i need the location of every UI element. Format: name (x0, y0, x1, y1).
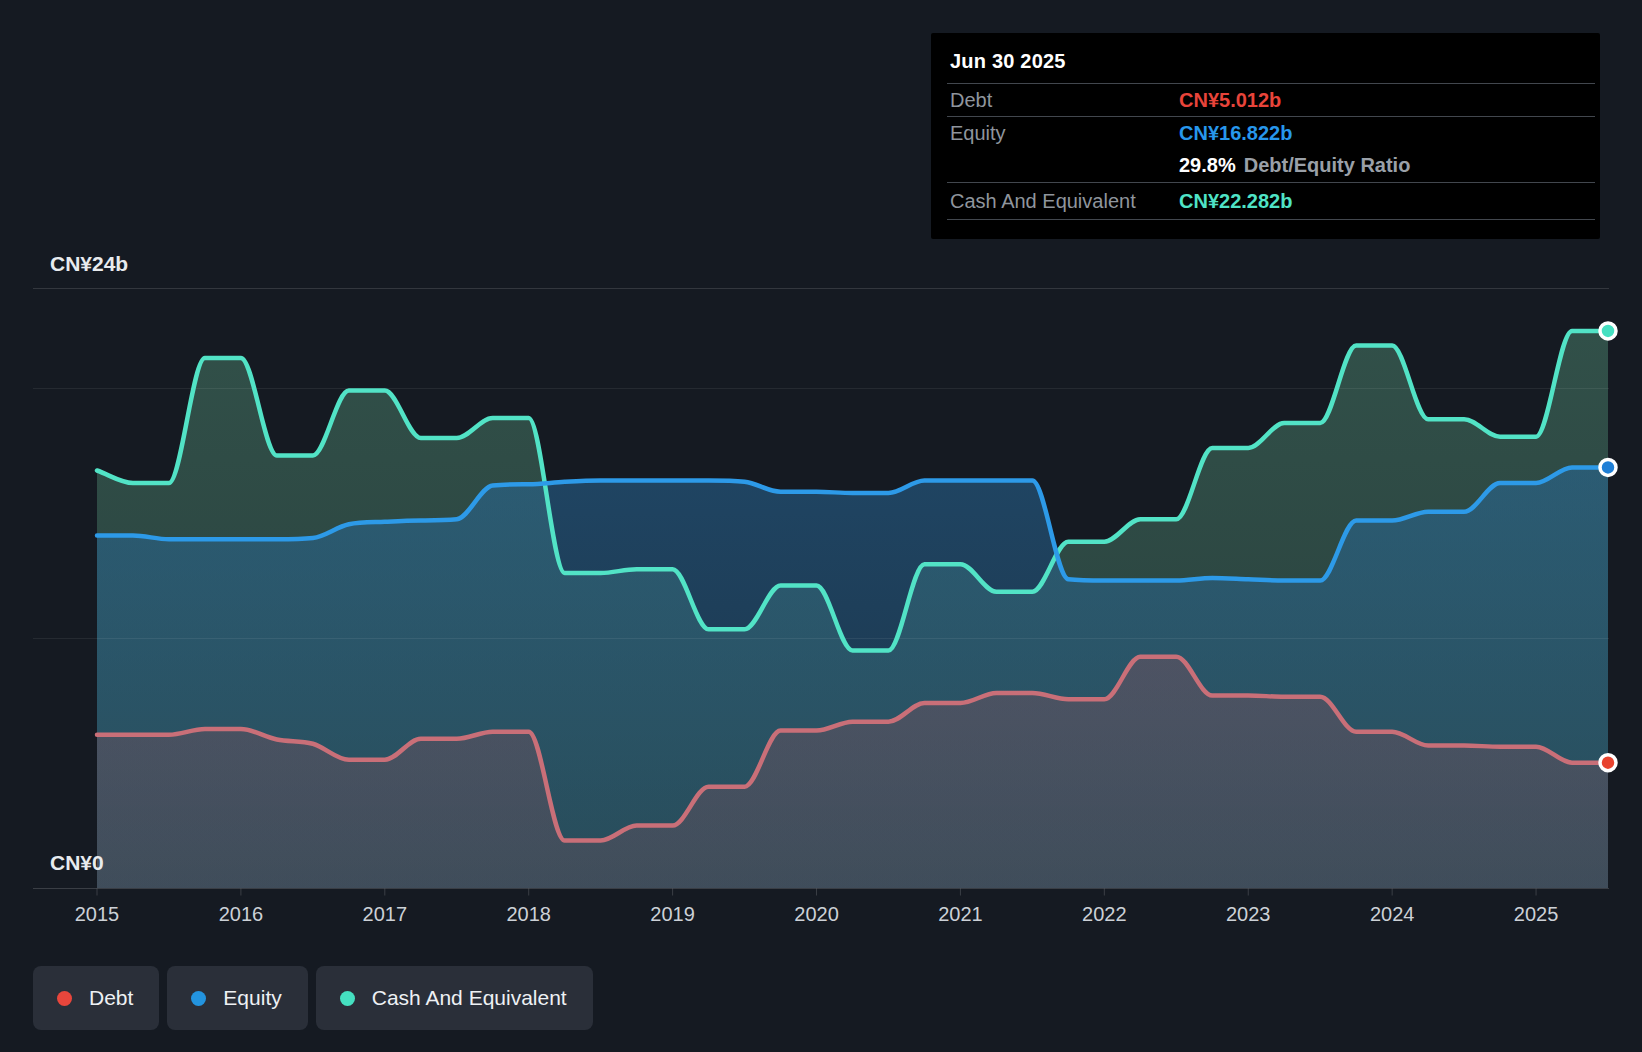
tooltip-bottom-divider (947, 219, 1595, 220)
end-dot-equity[interactable] (1600, 459, 1616, 475)
chart-tooltip: Jun 30 2025 Debt CN¥5.012b Equity CN¥16.… (931, 33, 1600, 239)
x-axis-label-2017: 2017 (363, 903, 408, 925)
chart-legend: Debt Equity Cash And Equivalent (33, 966, 601, 1030)
tooltip-row-equity: Equity CN¥16.822b (947, 116, 1595, 149)
tooltip-date: Jun 30 2025 (931, 33, 1600, 83)
tooltip-equity-label: Equity (950, 122, 1179, 145)
x-axis-label-2018: 2018 (506, 903, 551, 925)
tooltip-equity-value: CN¥16.822b (1179, 122, 1292, 145)
page: { "canvas": {"width": 1642, "height": 10… (0, 0, 1642, 1052)
legend-item-equity[interactable]: Equity (167, 966, 307, 1030)
x-axis-label-2015: 2015 (75, 903, 120, 925)
end-dot-cash-and-equivalent[interactable] (1600, 323, 1616, 339)
x-axis-label-2022: 2022 (1082, 903, 1127, 925)
tooltip-ratio-value: 29.8% (1179, 154, 1236, 177)
x-axis-label-2023: 2023 (1226, 903, 1271, 925)
tooltip-cash-value: CN¥22.282b (1179, 190, 1292, 213)
legend-cash-label: Cash And Equivalent (372, 986, 567, 1010)
cash-dot-icon (340, 991, 355, 1006)
x-axis-label-2016: 2016 (219, 903, 264, 925)
equity-dot-icon (191, 991, 206, 1006)
y-axis-zero-label: CN¥0 (50, 851, 104, 874)
legend-item-debt[interactable]: Debt (33, 966, 159, 1030)
tooltip-row-cash: Cash And Equivalent CN¥22.282b (947, 182, 1595, 219)
tooltip-debt-value: CN¥5.012b (1179, 89, 1281, 112)
end-dot-debt[interactable] (1600, 755, 1616, 771)
tooltip-ratio-label: Debt/Equity Ratio (1244, 154, 1411, 177)
tooltip-row-debt: Debt CN¥5.012b (947, 83, 1595, 116)
x-axis-label-2024: 2024 (1370, 903, 1415, 925)
x-axis-label-2019: 2019 (650, 903, 695, 925)
x-axis-label-2020: 2020 (794, 903, 839, 925)
legend-equity-label: Equity (223, 986, 281, 1010)
tooltip-debt-label: Debt (950, 89, 1179, 112)
x-axis-label-2021: 2021 (938, 903, 983, 925)
x-axis-label-2025: 2025 (1514, 903, 1559, 925)
legend-item-cash[interactable]: Cash And Equivalent (316, 966, 593, 1030)
y-axis-max-label: CN¥24b (50, 252, 128, 275)
legend-debt-label: Debt (89, 986, 133, 1010)
debt-dot-icon (57, 991, 72, 1006)
tooltip-row-ratio: 29.8% Debt/Equity Ratio (947, 149, 1595, 182)
tooltip-cash-label: Cash And Equivalent (950, 190, 1179, 213)
